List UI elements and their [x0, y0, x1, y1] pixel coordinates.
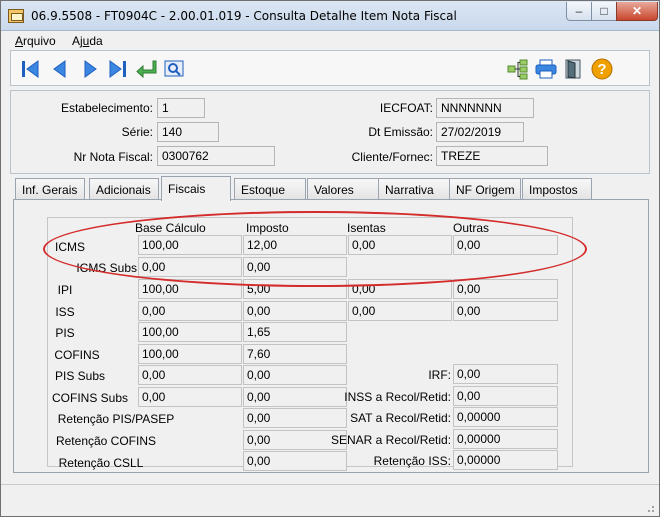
iss-imposto-field[interactable]: 0,00	[243, 301, 347, 321]
icms-subs-base-field[interactable]: 0,00	[138, 257, 242, 277]
col-base-calculo: Base Cálculo	[135, 221, 206, 235]
tab-inf-gerais[interactable]: Inf. Gerais	[15, 178, 85, 200]
row-label-icms-subs: ICMS Subs	[76, 261, 137, 275]
pis-subs-base-field[interactable]: 0,00	[138, 365, 242, 385]
bottom-bar	[1, 484, 659, 516]
row-label-icms: ICMS	[55, 240, 85, 254]
header-panel: Estabelecimento: 1 Série: 140 Nr Nota Fi…	[10, 90, 650, 174]
icms-subs-imposto-field[interactable]: 0,00	[243, 257, 347, 277]
menu-arquivo-mnemonic: A	[15, 34, 24, 48]
senar-field[interactable]: 0,00000	[453, 429, 558, 449]
inss-field[interactable]: 0,00	[453, 386, 558, 406]
app-icon	[8, 9, 24, 23]
cofins-imposto-field[interactable]: 7,60	[243, 344, 347, 364]
iss-isentas-field[interactable]: 0,00	[348, 301, 452, 321]
ipi-isentas-field[interactable]: 0,00	[348, 279, 452, 299]
icms-imposto-field[interactable]: 12,00	[243, 235, 347, 255]
row-label-pis-subs: PIS Subs	[54, 369, 106, 383]
next-record-icon[interactable]	[77, 56, 103, 82]
menu-ajuda-label-b: da	[89, 34, 103, 48]
pis-base-field[interactable]: 100,00	[138, 322, 242, 342]
tab-nf-origem[interactable]: NF Origem	[449, 178, 521, 200]
help-icon[interactable]: ?	[589, 56, 615, 82]
row-label-ret-pis-pasep: Retenção PIS/PASEP	[57, 412, 175, 426]
tab-estoque[interactable]: Estoque	[234, 178, 306, 200]
menu-arquivo-label: rquivo	[23, 34, 56, 48]
row-label-cofins-subs: COFINS Subs	[51, 391, 129, 405]
row-label-iss: ISS	[55, 305, 75, 319]
maximize-button[interactable]: □	[591, 2, 617, 21]
serie-field[interactable]: 140	[157, 122, 219, 142]
estabelecimento-field[interactable]: 1	[157, 98, 205, 118]
ret-csll-field[interactable]: 0,00	[243, 451, 347, 471]
toolbar: ?	[10, 50, 650, 86]
nr-nota-field[interactable]: 0300762	[157, 146, 275, 166]
return-icon[interactable]	[133, 56, 159, 82]
tab-valores[interactable]: Valores	[307, 178, 381, 200]
icms-outras-field[interactable]: 0,00	[453, 235, 558, 255]
irf-field[interactable]: 0,00	[453, 364, 558, 384]
tab-strip: Inf. Gerais Adicionais Fiscais Estoque V…	[13, 176, 653, 201]
tab-impostos[interactable]: Impostos	[522, 178, 592, 200]
cliente-label: Cliente/Fornec:	[351, 150, 433, 164]
ipi-base-field[interactable]: 100,00	[138, 279, 242, 299]
ret-iss-label: Retenção ISS:	[373, 454, 451, 468]
pis-subs-imposto-field[interactable]: 0,00	[243, 365, 347, 385]
row-label-ret-cofins: Retenção COFINS	[55, 434, 157, 448]
ret-iss-field[interactable]: 0,00000	[453, 450, 558, 470]
menu-ajuda-label-a: Aj	[72, 34, 83, 48]
row-label-cofins: COFINS	[54, 348, 100, 362]
pis-imposto-field[interactable]: 1,65	[243, 322, 347, 342]
print-icon[interactable]	[533, 56, 559, 82]
col-isentas: Isentas	[347, 221, 386, 235]
ipi-imposto-field[interactable]: 5,00	[243, 279, 347, 299]
zoom-icon[interactable]	[161, 56, 187, 82]
tab-fiscais[interactable]: Fiscais	[161, 176, 231, 201]
app-window: 06.9.5508 - FT0904C - 2.00.01.019 - Cons…	[0, 0, 660, 517]
iecfoat-field[interactable]: NNNNNNN	[436, 98, 534, 118]
iecfoat-label: IECFOAT:	[379, 101, 433, 115]
ipi-outras-field[interactable]: 0,00	[453, 279, 558, 299]
irf-label: IRF:	[428, 368, 451, 382]
resize-grip-icon[interactable]	[645, 503, 655, 513]
previous-record-icon[interactable]	[47, 56, 73, 82]
row-label-ret-csll: Retenção CSLL	[58, 456, 144, 470]
window-title: 06.9.5508 - FT0904C - 2.00.01.019 - Cons…	[31, 9, 457, 23]
icms-base-field[interactable]: 100,00	[138, 235, 242, 255]
title-bar[interactable]: 06.9.5508 - FT0904C - 2.00.01.019 - Cons…	[1, 1, 659, 31]
estabelecimento-label: Estabelecimento:	[60, 101, 153, 115]
cofins-base-field[interactable]: 100,00	[138, 344, 242, 364]
dt-emissao-field[interactable]: 27/02/2019	[436, 122, 524, 142]
iss-outras-field[interactable]: 0,00	[453, 301, 558, 321]
iss-base-field[interactable]: 0,00	[138, 301, 242, 321]
menu-bar: Arquivo Ajuda	[1, 31, 659, 51]
tab-narrativa[interactable]: Narrativa	[378, 178, 450, 200]
exit-door-icon[interactable]	[561, 56, 587, 82]
col-imposto: Imposto	[246, 221, 289, 235]
col-outras: Outras	[453, 221, 490, 235]
row-label-ipi: IPI	[57, 283, 73, 297]
senar-label: SENAR a Recol/Retid:	[331, 433, 452, 447]
tab-adicionais[interactable]: Adicionais	[89, 178, 159, 200]
menu-arquivo[interactable]: Arquivo	[15, 34, 56, 48]
first-record-icon[interactable]	[17, 56, 43, 82]
dt-emissao-label: Dt Emissão:	[368, 125, 433, 139]
cliente-field[interactable]: TREZE	[436, 146, 548, 166]
minimize-button[interactable]: –	[566, 2, 592, 21]
inss-label: INSS a Recol/Retid:	[344, 390, 451, 404]
row-label-pis: PIS	[55, 326, 75, 340]
cofins-subs-base-field[interactable]: 0,00	[138, 387, 242, 407]
sat-label: SAT a Recol/Retid:	[350, 411, 451, 425]
serie-label: Série:	[121, 125, 153, 139]
close-button[interactable]: ✕	[616, 2, 658, 21]
last-record-icon[interactable]	[105, 56, 131, 82]
help-icon-glyph: ?	[597, 61, 606, 78]
icms-isentas-field[interactable]: 0,00	[348, 235, 452, 255]
menu-ajuda[interactable]: Ajuda	[72, 34, 103, 48]
tree-icon[interactable]	[505, 56, 531, 82]
sat-field[interactable]: 0,00000	[453, 407, 558, 427]
nr-nota-label: Nr Nota Fiscal:	[73, 150, 153, 164]
